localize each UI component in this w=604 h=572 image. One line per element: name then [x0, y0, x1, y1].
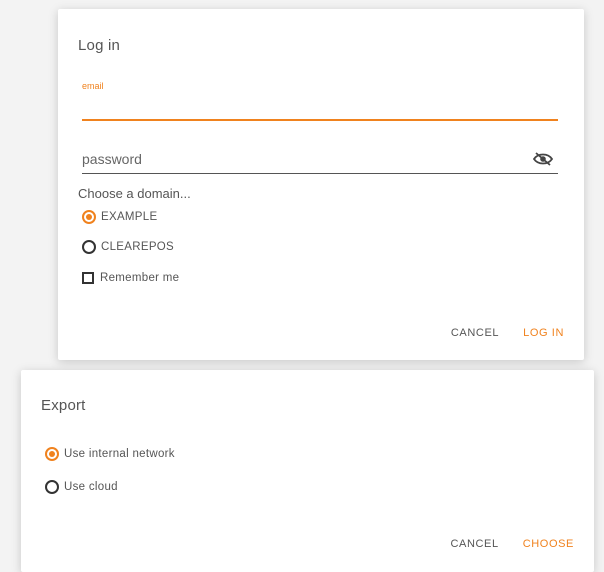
email-input[interactable]: [82, 99, 522, 115]
cancel-button[interactable]: Cancel: [451, 327, 499, 339]
checkbox-unchecked-icon[interactable]: [82, 272, 94, 284]
password-field[interactable]: [82, 151, 558, 179]
cancel-button[interactable]: Cancel: [450, 538, 498, 550]
option-label: CLEAREPOS: [101, 241, 175, 253]
email-underline: [82, 119, 558, 121]
choose-button[interactable]: Choose: [523, 538, 574, 550]
domain-option-example[interactable]: EXAMPLE: [82, 210, 157, 224]
login-actions: Cancel Log in: [451, 327, 564, 339]
domain-option-clearepos[interactable]: CLEAREPOS: [82, 240, 174, 254]
email-field-label: email: [82, 81, 104, 91]
radio-unchecked-icon[interactable]: [82, 240, 96, 254]
login-dialog: Log in email Choose a domain... EXAMPLE …: [58, 9, 584, 360]
export-dialog: Export Use internal network Use cloud Ca…: [21, 370, 594, 572]
export-option-internal-network[interactable]: Use internal network: [45, 447, 175, 461]
export-dialog-title: Export: [41, 397, 86, 414]
radio-unchecked-icon[interactable]: [45, 480, 59, 494]
remember-me-label: Remember me: [100, 272, 180, 284]
remember-me-checkbox[interactable]: Remember me: [82, 272, 179, 284]
domain-group-label: Choose a domain...: [78, 186, 191, 201]
login-button[interactable]: Log in: [523, 327, 564, 339]
password-input[interactable]: [82, 151, 522, 167]
option-label: Use internal network: [64, 448, 175, 460]
visibility-off-icon[interactable]: [532, 151, 554, 167]
radio-checked-icon[interactable]: [45, 447, 59, 461]
export-option-cloud[interactable]: Use cloud: [45, 480, 118, 494]
radio-checked-icon[interactable]: [82, 210, 96, 224]
option-label: Use cloud: [64, 481, 118, 493]
export-actions: Cancel Choose: [450, 538, 574, 550]
email-field[interactable]: email: [82, 81, 558, 121]
password-underline: [82, 173, 558, 174]
option-label: EXAMPLE: [101, 211, 158, 223]
login-dialog-title: Log in: [78, 37, 121, 54]
